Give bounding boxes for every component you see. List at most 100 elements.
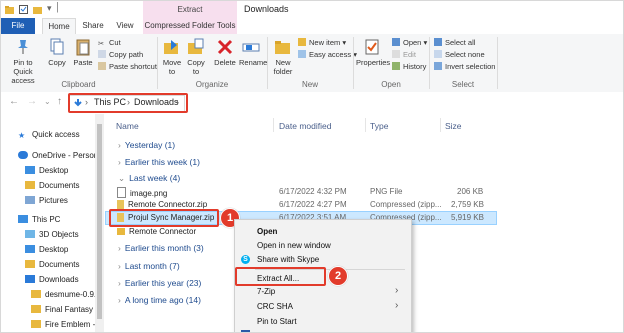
ribbon: Pin to Quick access Copy Paste ✂ Cut Copy… xyxy=(1,34,623,93)
pin-quick-access-button[interactable]: Pin to Quick access xyxy=(3,38,43,85)
group-long-time-ago[interactable]: › A long time ago (14) xyxy=(118,295,201,305)
pictures-icon xyxy=(25,196,35,204)
paste-button[interactable]: Paste xyxy=(71,38,95,67)
easy-access-button[interactable]: Easy access ▾ xyxy=(298,50,357,60)
nav-pictures[interactable]: Pictures xyxy=(25,196,68,205)
open-button[interactable]: Open ▾ xyxy=(392,38,427,48)
chevron-right-icon: › xyxy=(395,300,399,311)
folder-icon xyxy=(31,290,41,298)
menu-item-open[interactable]: Open xyxy=(235,224,411,239)
scissors-icon: ✂ xyxy=(98,39,105,48)
group-earlier-this-year[interactable]: › Earlier this year (23) xyxy=(118,278,201,288)
nav-3d-objects[interactable]: 3D Objects xyxy=(25,230,79,239)
table-row[interactable]: image.png 6/17/2022 4:32 PM PNG File 206… xyxy=(105,186,495,198)
folder-icon xyxy=(31,320,41,328)
file-size: 2,759 KB xyxy=(451,200,484,209)
qa-dropdown-icon[interactable]: ▾ xyxy=(47,3,52,14)
open-label: Open xyxy=(403,38,422,47)
select-all-button[interactable]: Select all xyxy=(434,38,475,48)
paste-shortcut-label: Paste shortcut xyxy=(109,62,157,71)
nav-this-pc[interactable]: This PC xyxy=(18,215,60,224)
file-name: image.png xyxy=(117,187,167,198)
tab-compressed-folder-tools[interactable]: Compressed Folder Tools xyxy=(143,18,237,34)
nav-desktop-onedrive[interactable]: Desktop xyxy=(25,166,68,175)
tab-view[interactable]: View xyxy=(111,18,139,34)
group-label: Last week (4) xyxy=(129,173,181,183)
tab-share[interactable]: Share xyxy=(77,18,109,34)
recent-dropdown-icon[interactable]: ⌄ xyxy=(44,97,51,106)
history-button[interactable]: History xyxy=(392,62,426,72)
new-item-button[interactable]: New item ▾ xyxy=(298,38,346,48)
nav-documents-onedrive[interactable]: Documents xyxy=(25,181,79,190)
rename-button[interactable]: Rename xyxy=(239,38,267,67)
group-last-week[interactable]: ⌄ Last week (4) xyxy=(118,173,180,184)
nav-scrollbar[interactable] xyxy=(95,114,104,332)
copy-path-button[interactable]: Copy path xyxy=(98,50,143,60)
column-header-date[interactable]: Date modified xyxy=(279,121,331,131)
menu-item-crc-sha[interactable]: CRC SHA › xyxy=(235,299,411,314)
nav-scrollbar-thumb[interactable] xyxy=(97,124,102,319)
delete-button[interactable]: Delete xyxy=(213,38,237,67)
group-label-organize: Organize xyxy=(195,80,229,89)
history-label: History xyxy=(403,62,427,71)
move-to-button[interactable]: Move to xyxy=(161,38,183,76)
file-name: Remote Connector xyxy=(117,227,196,236)
select-none-button[interactable]: Select none xyxy=(434,50,485,60)
file-date: 6/17/2022 4:27 PM xyxy=(279,200,347,209)
nav-quick-access[interactable]: ★ Quick access xyxy=(18,130,80,140)
column-header-type[interactable]: Type xyxy=(370,121,388,131)
file-name-text: Remote Connector.zip xyxy=(128,200,208,209)
group-earlier-this-month[interactable]: › Earlier this month (3) xyxy=(118,243,204,253)
select-all-icon xyxy=(434,38,442,46)
up-arrow-icon[interactable]: ↑ xyxy=(57,96,62,107)
copy-to-button[interactable]: Copy to xyxy=(185,38,207,76)
chevron-right-icon: › xyxy=(118,295,121,305)
copy-icon xyxy=(50,38,64,55)
history-icon xyxy=(392,62,400,70)
nav-folder-final-fantasy[interactable]: Final Fantasy 6 xyxy=(31,305,100,314)
group-earlier-this-week[interactable]: › Earlier this week (1) xyxy=(118,157,200,167)
nav-documents[interactable]: Documents xyxy=(25,260,79,269)
properties-button[interactable]: Properties xyxy=(356,38,391,67)
file-name-text: image.png xyxy=(130,189,168,198)
menu-item-share-skype[interactable]: S Share with Skype xyxy=(235,252,411,267)
tab-home[interactable]: Home xyxy=(42,18,76,35)
file-type: PNG File xyxy=(370,187,403,196)
properties-label: Properties xyxy=(356,58,391,67)
invert-selection-button[interactable]: Invert selection xyxy=(434,62,495,72)
nav-folder-fire-emblem[interactable]: Fire Emblem - xyxy=(31,320,95,329)
menu-item-open-new-window[interactable]: Open in new window xyxy=(235,238,411,253)
group-label-clipboard: Clipboard xyxy=(61,80,96,89)
column-header-size[interactable]: Size xyxy=(445,121,462,131)
nav-onedrive[interactable]: OneDrive - Person xyxy=(18,151,98,160)
menu-item-pin-start[interactable]: Pin to Start xyxy=(235,314,411,329)
menu-label: 7-Zip xyxy=(257,287,276,296)
copy-button[interactable]: Copy xyxy=(45,38,69,67)
group-last-month[interactable]: › Last month (7) xyxy=(118,261,180,271)
nav-folder-desmume[interactable]: desmume-0.9.1 xyxy=(31,290,101,299)
file-name: Remote Connector.zip xyxy=(117,200,207,209)
nav-desktop[interactable]: Desktop xyxy=(25,245,68,254)
chevron-right-icon: › xyxy=(118,243,121,253)
properties-icon[interactable] xyxy=(18,4,29,15)
cut-button[interactable]: ✂ Cut xyxy=(98,38,121,48)
context-tab-extract[interactable]: Extract xyxy=(143,1,237,18)
nav-downloads[interactable]: Downloads xyxy=(25,275,79,284)
delete-icon xyxy=(217,39,233,55)
tab-file[interactable]: File xyxy=(1,18,35,34)
edit-icon xyxy=(392,50,400,58)
new-folder-icon[interactable] xyxy=(32,4,43,15)
group-label-select: Select xyxy=(451,80,475,89)
nav-label: 3D Objects xyxy=(39,230,79,239)
back-arrow-icon[interactable]: ← xyxy=(9,96,19,107)
paste-shortcut-button[interactable]: Paste shortcut xyxy=(98,62,157,72)
new-folder-button[interactable]: New folder xyxy=(271,38,295,76)
column-header-name[interactable]: Name xyxy=(116,121,139,131)
menu-item-7zip[interactable]: 7-Zip › xyxy=(235,284,411,299)
move-to-icon xyxy=(164,40,178,54)
group-yesterday[interactable]: › Yesterday (1) xyxy=(118,140,175,150)
forward-arrow-icon[interactable]: → xyxy=(27,96,37,107)
group-label: Yesterday (1) xyxy=(124,140,176,150)
edit-button[interactable]: Edit xyxy=(392,50,416,60)
edit-label: Edit xyxy=(403,50,416,59)
